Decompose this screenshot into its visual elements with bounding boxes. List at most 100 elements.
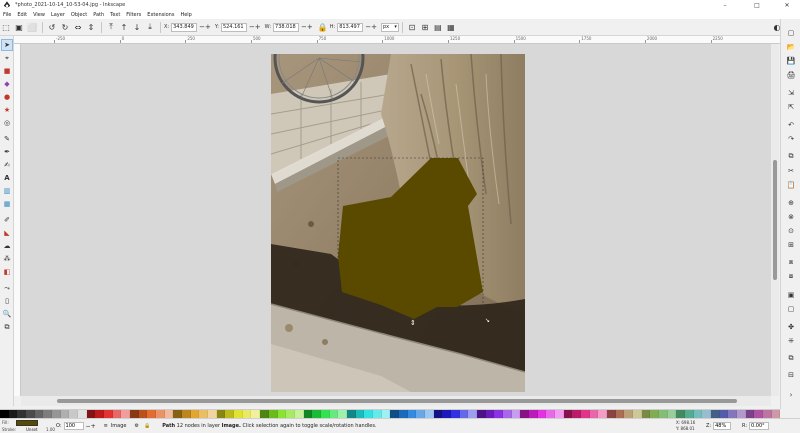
duplicate-icon[interactable]: ⊞ [785,239,797,250]
palette-swatch[interactable] [104,410,113,418]
palette-swatch[interactable] [511,410,521,418]
y-field[interactable] [220,22,247,32]
zoom-icon[interactable]: 🔍 [1,308,13,320]
palette-swatch[interactable] [242,410,252,418]
palette-swatch[interactable] [398,410,408,418]
palette-swatch[interactable] [450,410,460,418]
redo-icon[interactable]: ↷ [785,133,797,144]
pencil-icon[interactable]: ✎ [1,133,13,145]
palette-swatch[interactable] [43,410,53,418]
flip-horizontal-icon[interactable]: ⇔ [72,21,84,33]
copy-icon[interactable]: ⧉ [785,151,797,162]
menu-text[interactable]: Text [110,12,120,18]
vertical-scrollbar[interactable] [771,44,779,396]
scale-corners-icon[interactable]: ⊞ [419,21,431,33]
palette-swatch[interactable] [771,410,781,418]
palette-swatch[interactable] [494,410,503,418]
palette-swatch[interactable] [390,410,399,418]
palette-swatch[interactable] [468,410,477,418]
menu-filters[interactable]: Filters [126,12,141,18]
palette-swatch[interactable] [60,410,70,418]
palette-swatch[interactable] [433,410,443,418]
palette-swatch[interactable] [581,410,590,418]
horizontal-scroll-thumb[interactable] [57,399,737,403]
menu-file[interactable]: File [3,12,11,18]
palette-swatch[interactable] [199,410,209,418]
group-icon[interactable]: ▣ [785,289,797,300]
connector-icon[interactable]: ⤳ [1,282,13,294]
palette-swatch[interactable] [355,410,365,418]
lock-ratio-icon[interactable]: 🔒 [317,21,329,33]
palette-swatch[interactable] [737,410,746,418]
lower-icon[interactable]: ↓ [131,21,143,33]
menu-extensions[interactable]: Extensions [147,12,174,18]
palette-swatch[interactable] [130,410,139,418]
palette-swatch[interactable] [260,410,269,418]
palette-swatch[interactable] [78,410,87,418]
opacity-field[interactable] [63,422,84,430]
menu-object[interactable]: Object [71,12,87,18]
palette-swatch[interactable] [208,410,217,418]
palette-swatch[interactable] [17,410,27,418]
box3d-icon[interactable]: ◆ [1,78,13,90]
palette-swatch[interactable] [745,410,755,418]
palette-swatch[interactable] [268,410,278,418]
zoom-page-icon[interactable]: ⊙ [785,225,797,236]
dropper-icon[interactable]: ✐ [1,214,13,226]
y-stepper-icon[interactable]: −+ [249,23,261,31]
x-field[interactable] [171,22,198,32]
palette-swatch[interactable] [693,410,703,418]
palette-swatch[interactable] [442,410,451,418]
palette-swatch[interactable] [381,410,391,418]
menu-view[interactable]: View [33,12,45,18]
palette-swatch[interactable] [563,410,573,418]
eraser-icon[interactable]: ◧ [1,266,13,278]
move-patterns-icon[interactable]: ▦ [445,21,457,33]
palette-swatch[interactable] [190,410,200,418]
palette-swatch[interactable] [607,410,616,418]
menu-help[interactable]: Help [180,12,191,18]
h-stepper-icon[interactable]: −+ [365,23,377,31]
palette-swatch[interactable] [147,410,157,418]
palette-swatch[interactable] [95,410,105,418]
spiral-icon[interactable]: ◎ [1,117,13,129]
menu-edit[interactable]: Edit [17,12,27,18]
palette-swatch[interactable] [598,410,608,418]
zoom-fit-icon[interactable]: ⊕ [785,197,797,208]
paste-icon[interactable]: 📋 [785,179,797,190]
open-icon[interactable]: 📂 [785,41,797,52]
zoom-field[interactable] [713,422,732,430]
palette-swatch[interactable] [459,410,469,418]
palette-swatch[interactable] [286,410,295,418]
palette-swatch[interactable] [312,410,321,418]
palette-swatch[interactable] [754,410,764,418]
chevron-down-icon[interactable]: › [785,389,797,400]
raise-icon[interactable]: ↑ [118,21,130,33]
move-gradients-icon[interactable]: ▤ [432,21,444,33]
ungroup-icon[interactable]: ▢ [785,303,797,314]
palette-swatch[interactable] [164,410,174,418]
save-icon[interactable]: 💾 [785,55,797,66]
palette-swatch[interactable] [173,410,183,418]
palette-swatch[interactable] [424,410,434,418]
palette-swatch[interactable] [685,410,694,418]
palette-swatch[interactable] [320,410,330,418]
palette-swatch[interactable] [659,410,668,418]
mesh-icon[interactable]: ▦ [1,198,13,210]
paint-bucket-icon[interactable]: ◣ [1,227,13,239]
palette-swatch[interactable] [303,410,313,418]
minimize-button[interactable]: – [714,0,736,10]
clone-icon[interactable]: ⧈ [785,257,797,268]
fill-stroke-icon[interactable]: ✤ [785,321,797,332]
palette-swatch[interactable] [346,410,356,418]
palette-swatch[interactable] [633,410,642,418]
palette-swatch[interactable] [555,410,564,418]
unlink-icon[interactable]: ⧇ [785,271,797,282]
vertical-ruler[interactable] [14,44,21,396]
layer-indicator[interactable]: ≡ Image ⚙ 🔒 [104,423,151,429]
palette-swatch[interactable] [650,410,660,418]
palette-swatch[interactable] [138,410,148,418]
pen-icon[interactable]: ✒ [1,146,13,158]
palette-swatch[interactable] [589,410,599,418]
palette-swatch[interactable] [676,410,686,418]
